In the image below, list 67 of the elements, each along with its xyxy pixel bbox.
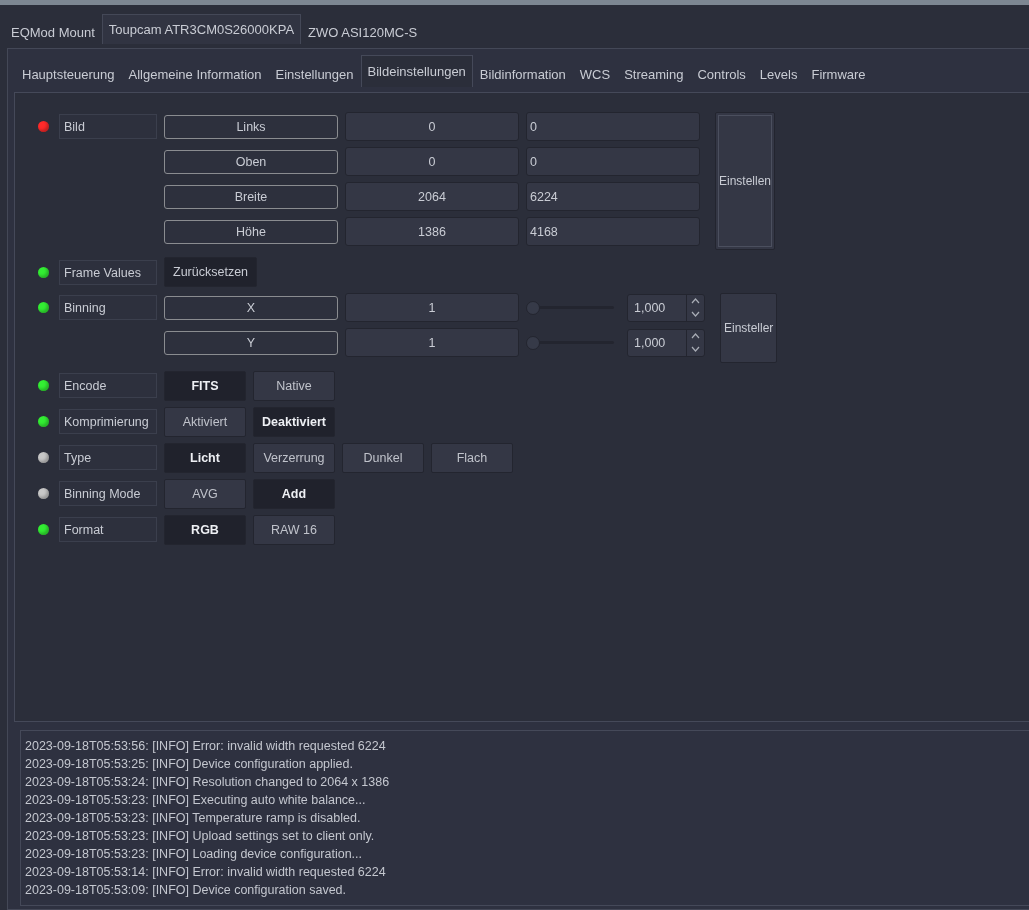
option-button[interactable]: Native [253, 371, 335, 401]
value-field[interactable]: 1 [345, 293, 519, 322]
value-field[interactable]: 1386 [345, 217, 519, 246]
element-button[interactable]: Höhe [164, 219, 338, 244]
option-button[interactable]: Dunkel [342, 443, 424, 473]
tab[interactable]: Controls [690, 61, 753, 87]
spin-box[interactable]: 1,000 [627, 293, 705, 322]
option-button[interactable]: Add [253, 479, 335, 509]
input-field[interactable]: 0 [526, 112, 700, 141]
option-button[interactable]: Aktiviert [164, 407, 246, 437]
element-button[interactable]: Breite [164, 184, 338, 209]
value-field[interactable]: 0 [345, 112, 519, 141]
log-line: 2023-09-18T05:53:14: [INFO] Error: invalid width requested 6224 [25, 864, 387, 881]
device-tab[interactable]: ZWO ASI120MC-S [301, 19, 425, 44]
option-button[interactable]: Deaktiviert [253, 407, 335, 437]
option-button[interactable]: Verzerrung [253, 443, 335, 473]
tab[interactable]: Einstellungen [268, 61, 361, 87]
element-button[interactable]: X [164, 295, 338, 320]
value-field[interactable]: 2064 [345, 182, 519, 211]
tab[interactable]: Streaming [617, 61, 691, 87]
tab[interactable]: Levels [752, 61, 805, 87]
log-line: 2023-09-18T05:53:23: [INFO] Executing auto white balance... [25, 792, 367, 809]
spin-box[interactable]: 1,000 [627, 328, 705, 357]
property-label: Format [59, 517, 157, 542]
chevron-down-icon[interactable] [691, 346, 700, 352]
property-label: Binning Mode [59, 481, 157, 506]
tab[interactable]: Bildeinstellungen [360, 55, 473, 87]
log-line: 2023-09-18T05:53:23: [INFO] Upload settings set to client only. [25, 828, 376, 845]
option-button[interactable]: AVG [164, 479, 246, 509]
property-label: Type [59, 445, 157, 470]
element-button[interactable]: Y [164, 330, 338, 355]
log-line: 2023-09-18T05:53:23: [INFO] Loading device configuration... [25, 846, 364, 863]
property-label: Binning [59, 295, 157, 320]
tab[interactable]: Allgemeine Information [121, 61, 269, 87]
property-label: Encode [59, 373, 157, 398]
option-button[interactable]: RGB [164, 515, 246, 545]
option-button[interactable]: Licht [164, 443, 246, 473]
value-field[interactable]: 0 [345, 147, 519, 176]
property-label: Komprimierung [59, 409, 157, 434]
log-line: 2023-09-18T05:53:24: [INFO] Resolution changed to 2064 x 1386 [25, 774, 391, 791]
element-button[interactable]: Oben [164, 149, 338, 174]
log-line: 2023-09-18T05:53:25: [INFO] Device configuration applied. [25, 756, 354, 773]
device-tab[interactable]: Toupcam ATR3CM0S26000KPA [101, 13, 302, 44]
option-button[interactable]: RAW 16 [253, 515, 335, 545]
value-field[interactable]: 1 [345, 328, 519, 357]
tab[interactable]: WCS [572, 61, 618, 87]
chevron-down-icon[interactable] [691, 311, 700, 317]
tab[interactable]: Firmware [804, 61, 873, 87]
input-field[interactable]: 4168 [526, 217, 700, 246]
element-button[interactable]: Links [164, 114, 338, 139]
device-tab[interactable]: EQMod Mount [4, 19, 102, 44]
set-button[interactable]: Einsteller [720, 293, 778, 363]
option-button[interactable]: Flach [431, 443, 513, 473]
reset-button[interactable]: Zurücksetzen [164, 257, 258, 287]
chevron-up-icon[interactable] [691, 298, 700, 304]
option-button[interactable]: FITS [164, 371, 246, 401]
property-label: Frame Values [59, 260, 157, 285]
log-line: 2023-09-18T05:53:56: [INFO] Error: invalid width requested 6224 [25, 738, 387, 755]
property-label: Bild [59, 114, 157, 139]
tab[interactable]: Hauptsteuerung [15, 61, 122, 87]
input-field[interactable]: 0 [526, 147, 700, 176]
log-line: 2023-09-18T05:53:09: [INFO] Device configuration saved. [25, 882, 347, 899]
tab[interactable]: Bildinformation [472, 61, 573, 87]
chevron-up-icon[interactable] [691, 333, 700, 339]
input-field[interactable]: 6224 [526, 182, 700, 211]
log-line: 2023-09-18T05:53:23: [INFO] Temperature ramp is disabled. [25, 810, 362, 827]
set-button[interactable]: Einstellen [715, 112, 776, 250]
